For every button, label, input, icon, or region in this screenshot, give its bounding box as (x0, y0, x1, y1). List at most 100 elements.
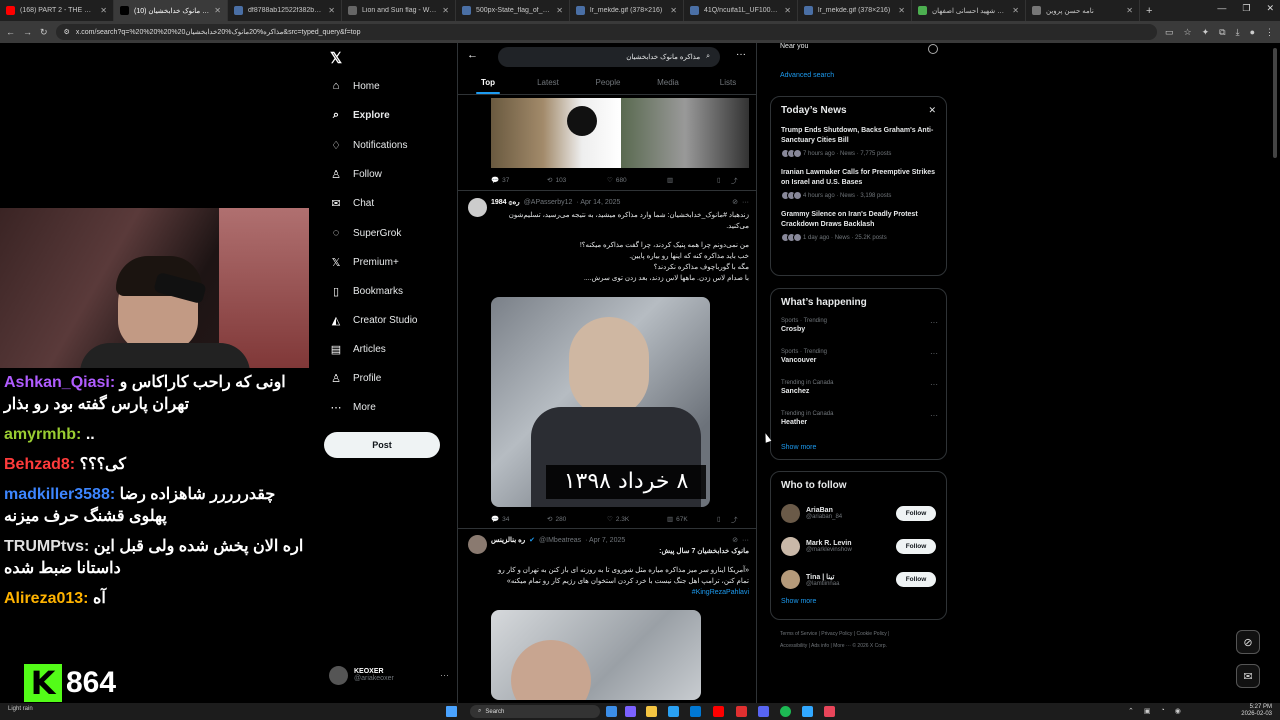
app-icon[interactable] (824, 706, 835, 717)
url-field[interactable]: ⚙ x.com/search?q=%20%20%20%20مذاکره%20ما… (55, 24, 1157, 40)
news-item[interactable]: Trump Ends Shutdown, Backs Graham's Anti… (771, 126, 946, 158)
close-tab-icon[interactable]: ✕ (214, 6, 221, 15)
follow-button[interactable]: Follow (896, 506, 936, 521)
share-icon[interactable]: ⤴ (731, 514, 738, 524)
nav-item-articles[interactable]: ▤ Articles (330, 343, 386, 356)
share-icon[interactable]: ⤴ (731, 175, 738, 185)
tweet-date[interactable]: · Apr 7, 2025 (585, 537, 625, 544)
browser-tab[interactable]: نامه حسن پروین ✕ (1026, 0, 1140, 21)
tray-app-icon[interactable]: ▣ (1144, 707, 1151, 715)
back-icon[interactable]: ← (6, 27, 15, 37)
download-icon[interactable]: ⤓ (1236, 27, 1240, 38)
more-icon[interactable]: ··· (930, 349, 938, 358)
more-icon[interactable]: ··· (742, 537, 749, 544)
follow-button[interactable]: Follow (896, 539, 936, 554)
edge-icon[interactable] (668, 706, 679, 717)
new-tab-button[interactable]: + (1146, 5, 1152, 17)
repost-button[interactable]: ⟲ 103 (547, 176, 607, 185)
grok-icon[interactable]: ⊘ (732, 198, 738, 206)
more-icon[interactable]: ··· (930, 380, 938, 389)
tab-media[interactable]: Media (638, 73, 698, 94)
news-item[interactable]: Grammy Silence on Iran's Deadly Protest … (771, 210, 946, 242)
weather-widget[interactable]: Light rain (8, 706, 33, 712)
views-icon[interactable]: ▥ (667, 176, 717, 184)
trend-item[interactable]: Trending in Canada Heather ··· (771, 411, 946, 442)
clock[interactable]: 5:27 PM 2026-02-03 (1241, 704, 1272, 718)
more-icon[interactable]: ··· (930, 318, 938, 327)
grok-side-icon[interactable]: ⊘ (1236, 630, 1260, 654)
show-more-link[interactable]: Show more (771, 598, 946, 605)
maximize-button[interactable]: ❐ (1242, 3, 1250, 14)
trend-item[interactable]: Sports · Trending Crosby ··· (771, 318, 946, 349)
trend-item[interactable]: Sports · Trending Vancouver ··· (771, 349, 946, 380)
author-handle[interactable]: @APasserby12 (524, 199, 573, 206)
like-button[interactable]: ♡ 680 (607, 176, 667, 185)
tweet-media[interactable]: ۸ خرداد ۱۳۹۸ (491, 297, 710, 507)
bookmark-star-icon[interactable]: ☆ (1184, 27, 1192, 38)
app-icon[interactable] (625, 706, 636, 717)
more-icon[interactable]: ··· (440, 670, 449, 680)
close-tab-icon[interactable]: ✕ (784, 6, 791, 15)
hashtag-link[interactable]: #KingRezaPahlavi (491, 587, 749, 598)
bookmark-icon[interactable]: ▯ (717, 176, 731, 184)
discord-icon[interactable] (758, 706, 769, 717)
grok-icon[interactable]: ⊘ (732, 536, 738, 544)
close-tab-icon[interactable]: ✕ (1012, 6, 1019, 15)
puzzle-icon[interactable]: ⧉ (1219, 27, 1225, 38)
app-icon[interactable] (736, 706, 747, 717)
nav-item-home[interactable]: ⌂ Home (330, 80, 380, 92)
photoshop-icon[interactable] (802, 706, 813, 717)
nav-item-chat[interactable]: ✉ Chat (330, 197, 374, 210)
site-info-icon[interactable]: ⚙ (64, 28, 70, 36)
close-window-button[interactable]: ✕ (1266, 3, 1274, 14)
follow-suggestion[interactable]: Mark R. Levin @marklevinshow Follow (771, 530, 946, 563)
news-item[interactable]: Iranian Lawmaker Calls for Preemptive St… (771, 168, 946, 200)
close-tab-icon[interactable]: ✕ (898, 6, 905, 15)
nav-item-more[interactable]: ⋯ More (330, 401, 376, 414)
reply-button[interactable]: 💬 34 (491, 515, 547, 524)
nav-item-notifications[interactable]: ♢ Notifications (330, 139, 407, 152)
browser-tab[interactable]: lr_mekde.gif (378×216) ✕ (570, 0, 684, 21)
author-name[interactable]: 1984 ۞ره (491, 198, 520, 206)
profile-icon[interactable]: ● (1250, 27, 1255, 38)
nav-item-follow[interactable]: ♙ Follow (330, 168, 382, 181)
close-tab-icon[interactable]: ✕ (670, 6, 677, 15)
reply-button[interactable]: 💬 37 (491, 176, 547, 185)
author-name[interactable]: ره بنالزینس (491, 536, 525, 544)
search-input[interactable]: ⌕ مذاکره مانوک خدابخشیان (498, 47, 720, 67)
start-icon[interactable] (446, 706, 457, 717)
nav-item-creator-studio[interactable]: ◭ Creator Studio (330, 314, 418, 327)
x-logo-icon[interactable]: 𝕏 (330, 49, 342, 67)
nav-item-explore[interactable]: ⌕ Explore (330, 109, 390, 121)
close-icon[interactable]: ✕ (928, 105, 936, 116)
avatar[interactable] (468, 198, 487, 217)
tweet-media[interactable] (491, 610, 701, 700)
volume-icon[interactable]: ◉ (1175, 707, 1181, 715)
forward-icon[interactable]: → (23, 27, 32, 37)
browser-tab[interactable]: 41Q/ncuifa1L_UF1000,1000 ✕ (684, 0, 798, 21)
browser-tab[interactable]: Lion and Sun flag - Wikipedia ✕ (342, 0, 456, 21)
chrome-icon[interactable] (606, 706, 617, 717)
follow-suggestion[interactable]: Tina | تینا @lamtiinnaa Follow (771, 563, 946, 596)
close-tab-icon[interactable]: ✕ (100, 6, 107, 15)
reload-icon[interactable]: ↻ (40, 27, 48, 38)
tab-latest[interactable]: Latest (518, 73, 578, 94)
spotify-icon[interactable] (780, 706, 791, 717)
author-handle[interactable]: @IMbeatreas (539, 537, 581, 544)
tab-top[interactable]: Top (458, 73, 518, 94)
close-tab-icon[interactable]: ✕ (1126, 6, 1133, 15)
cast-icon[interactable]: ▭ (1165, 27, 1174, 38)
more-icon[interactable]: ··· (930, 411, 938, 420)
account-switcher[interactable]: KEOXER @ariakeoxer ··· (329, 660, 449, 690)
messages-side-icon[interactable]: ✉ (1236, 664, 1260, 688)
browser-tab[interactable]: 500px-State_flag_of_Iran_(19 ✕ (456, 0, 570, 21)
post-button[interactable]: Post (324, 432, 440, 458)
extension-icon[interactable]: ✦ (1202, 27, 1210, 38)
nav-item-supergrok[interactable]: ◌ SuperGrok (330, 227, 402, 239)
page-scrollbar[interactable] (1273, 48, 1277, 158)
close-tab-icon[interactable]: ✕ (442, 6, 449, 15)
avatar[interactable] (468, 535, 487, 554)
browser-tab[interactable]: lr_mekde.gif (378×216) ✕ (798, 0, 912, 21)
near-you-radio[interactable] (928, 44, 938, 54)
views-button[interactable]: ▥ 67K (667, 515, 717, 524)
